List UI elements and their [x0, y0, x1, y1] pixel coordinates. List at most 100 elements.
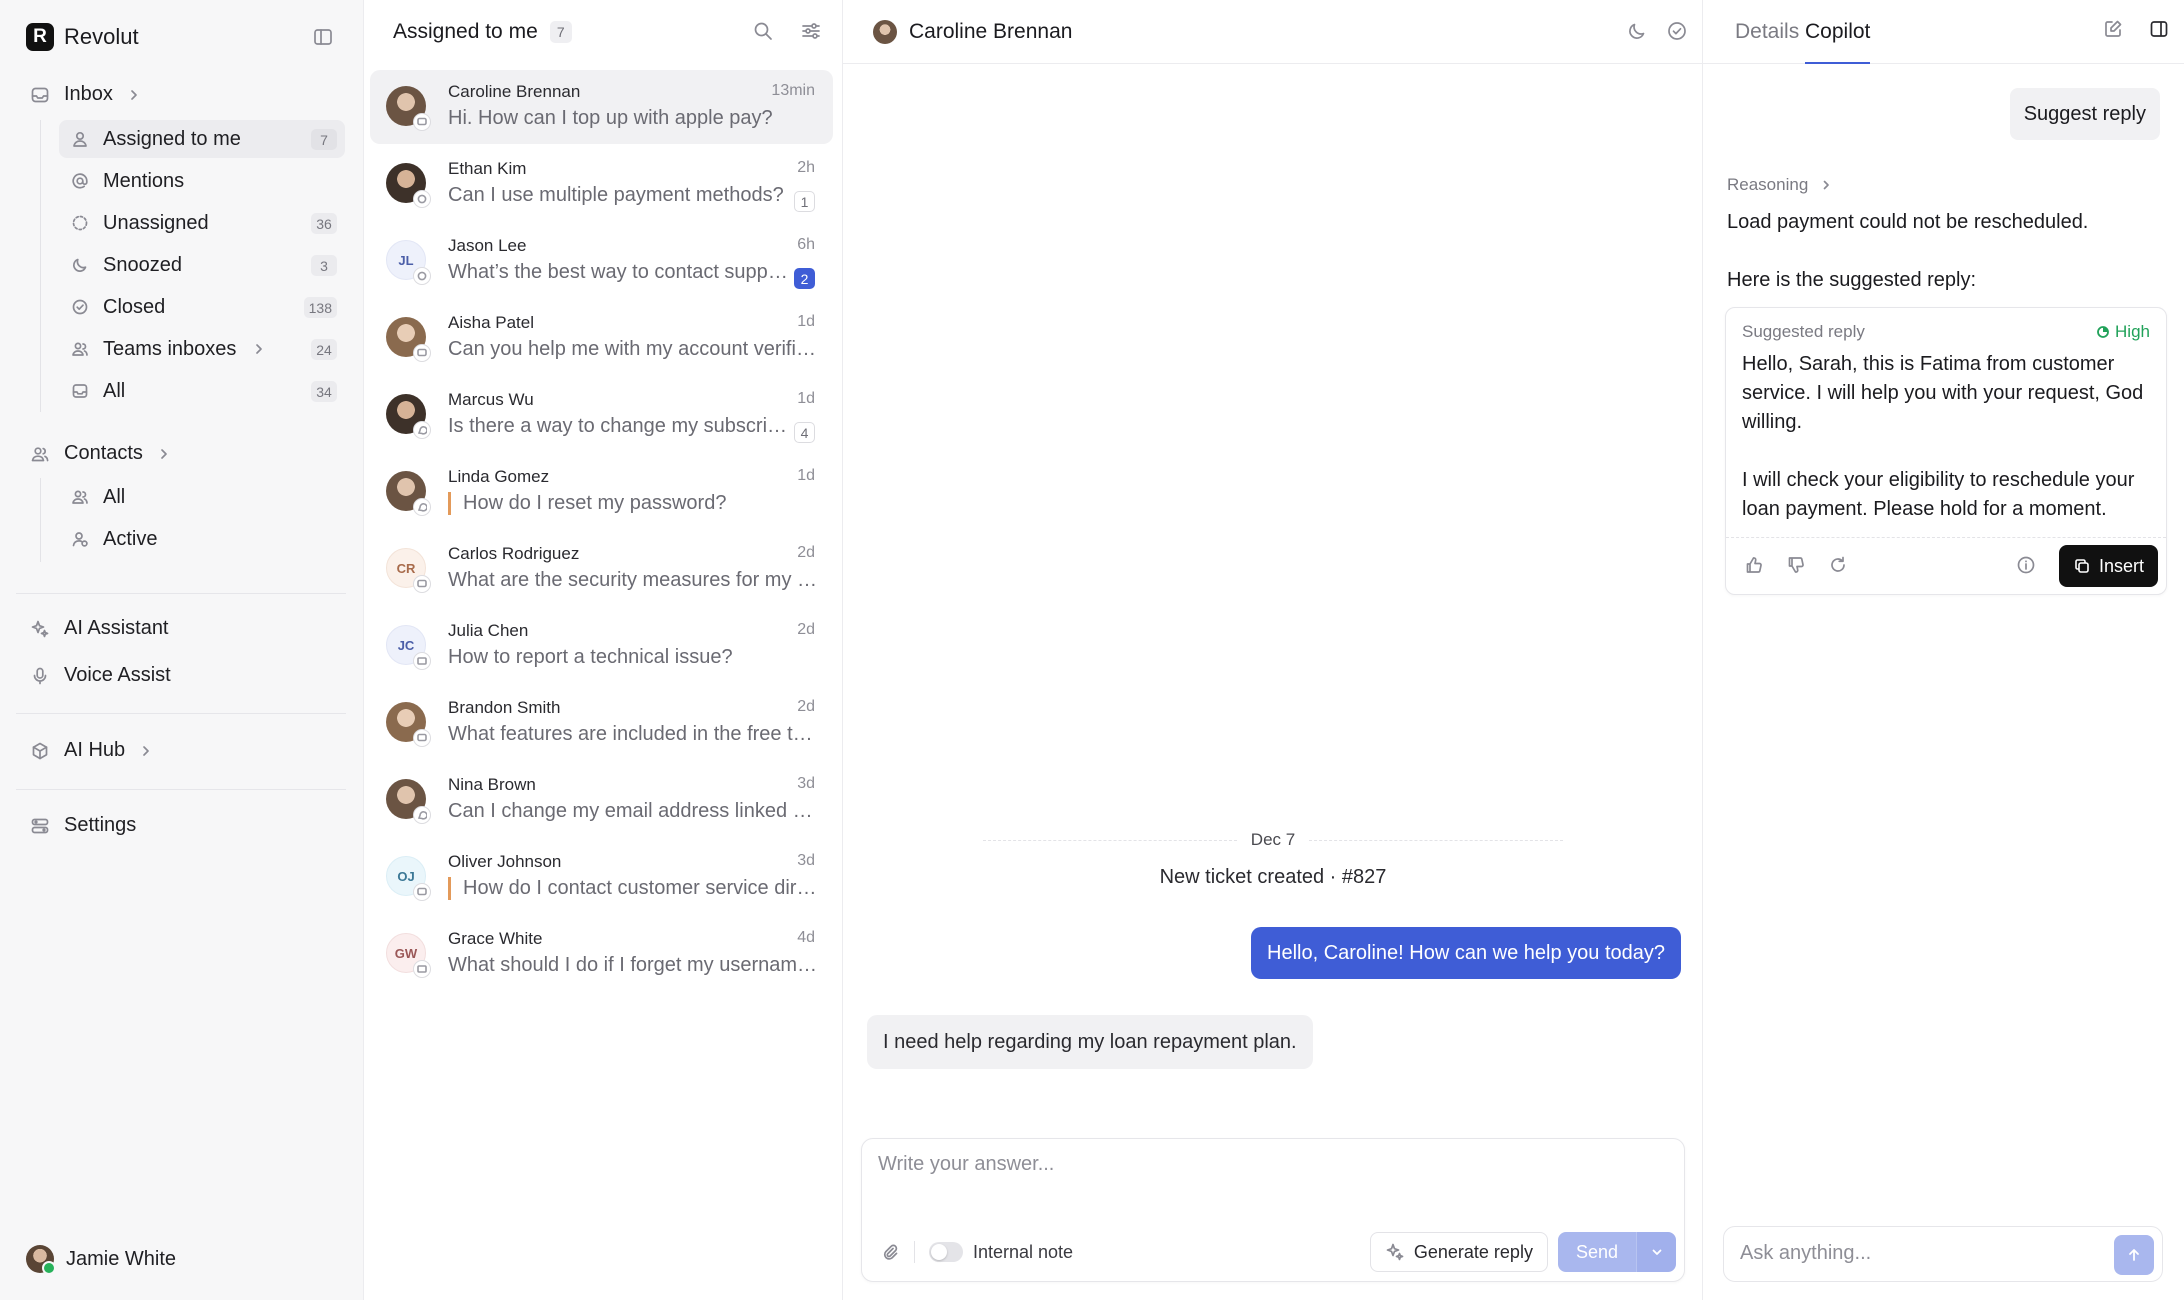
nav-voice-assist[interactable]: Voice Assist [30, 664, 171, 687]
email-channel-icon [413, 652, 431, 670]
thumbs-down-icon[interactable] [1786, 555, 1806, 575]
conversation-preview: What features are included in the free t… [448, 723, 818, 745]
suggested-reply-card: Suggested reply High Hello, Sarah, this … [1725, 307, 2167, 595]
conversation-time: 1d [797, 390, 815, 407]
check-circle-icon [71, 298, 89, 316]
sidebar-item-label: Unassigned [103, 211, 209, 234]
conversation-name: Brandon Smith [448, 698, 561, 717]
brand[interactable]: R Revolut [26, 23, 139, 51]
info-icon[interactable] [2016, 555, 2036, 575]
whatsapp-channel-icon [413, 190, 431, 208]
tab-copilot[interactable]: Copilot [1805, 20, 1871, 64]
sidebar-item-teams-inboxes[interactable]: Teams inboxes 24 [59, 330, 345, 368]
date-label: Dec 7 [1250, 830, 1296, 849]
send-options-chevron-icon[interactable] [1636, 1232, 1676, 1272]
sidebar-item-closed[interactable]: Closed 138 [59, 288, 345, 326]
reasoning-toggle[interactable]: Reasoning [1727, 175, 1832, 195]
sidebar-item-contacts-active[interactable]: Active [59, 520, 345, 558]
conversation-item[interactable]: JL Jason Lee 6h What’s the best way to c… [370, 224, 833, 298]
copilot-ask-input[interactable] [1740, 1242, 2100, 1265]
conversation-name: Nina Brown [448, 775, 536, 794]
sidebar-item-contacts-all[interactable]: All [59, 478, 345, 516]
reply-input[interactable] [878, 1153, 1668, 1176]
avatar [873, 19, 897, 44]
conversation-time: 4d [797, 929, 815, 946]
chat-channel-icon [413, 883, 431, 901]
sidebar-item-label: All [103, 379, 126, 402]
sidebar-item-all-inbox[interactable]: All 34 [59, 372, 345, 410]
suggest-reply-chip[interactable]: Suggest reply [2009, 88, 2160, 140]
internal-note-toggle[interactable] [929, 1242, 963, 1262]
paperclip-icon[interactable] [880, 1242, 900, 1262]
conversation-item[interactable]: Caroline Brennan 13min Hi. How can I top… [370, 70, 833, 144]
chevron-right-icon [252, 342, 266, 356]
conversation-name: Julia Chen [448, 621, 529, 640]
conversation-name: Oliver Johnson [448, 852, 562, 871]
confidence-ring-icon [2096, 325, 2110, 339]
ask-send-arrow-icon[interactable] [2114, 1235, 2154, 1275]
unread-badge: 2 [794, 268, 815, 289]
sidebar-item-label: Mentions [103, 169, 185, 192]
sidebar-item-assigned-to-me[interactable]: Assigned to me 7 [59, 120, 345, 158]
conversation-item[interactable]: Ethan Kim 2h Can I use multiple payment … [370, 147, 833, 221]
sidebar-item-label: Assigned to me [103, 127, 241, 150]
sidebar-item-mentions[interactable]: Mentions [59, 162, 345, 200]
insert-label: Insert [2098, 555, 2144, 576]
composer-toolbar: Internal note Generate reply Send [880, 1231, 1676, 1273]
snooze-moon-icon[interactable] [1626, 20, 1648, 42]
thumbs-up-icon[interactable] [1744, 555, 1764, 575]
conversation-item[interactable]: Aisha Patel 1d Can you help me with my a… [370, 301, 833, 375]
conversation-item[interactable]: CR Carlos Rodriguez 2d What are the secu… [370, 532, 833, 606]
conversation-name: Linda Gomez [448, 467, 550, 486]
tab-details[interactable]: Details [1735, 20, 1799, 44]
suggestion-intro: Here is the suggested reply: [1727, 269, 1977, 291]
nav-contacts[interactable]: Contacts [30, 442, 171, 465]
insert-button[interactable]: Insert [2058, 545, 2158, 587]
conversation-item[interactable]: Brandon Smith 2d What features are inclu… [370, 686, 833, 760]
sidebar-item-unassigned[interactable]: Unassigned 36 [59, 204, 345, 242]
conversation-item[interactable]: Nina Brown 3d Can I change my email addr… [370, 763, 833, 837]
sidebar-item-count: 7 [311, 129, 337, 150]
send-button[interactable]: Send [1557, 1232, 1636, 1272]
conversation-item[interactable]: OJ Oliver Johnson 3d How do I contact cu… [370, 840, 833, 914]
filter-icon[interactable] [800, 20, 822, 42]
nav-settings[interactable]: Settings [30, 814, 136, 837]
sidebar-divider [16, 789, 346, 790]
search-icon[interactable] [752, 20, 774, 42]
sidebar-divider [16, 593, 346, 594]
generate-reply-label: Generate reply [1413, 1241, 1533, 1262]
settings-sliders-icon [30, 816, 50, 836]
regenerate-icon[interactable] [1828, 555, 1848, 575]
nav-inbox[interactable]: Inbox [30, 83, 141, 106]
conversation-preview: What’s the best way to contact support? [448, 261, 788, 283]
microphone-icon [30, 666, 50, 686]
sidebar-item-snoozed[interactable]: Snoozed 3 [59, 246, 345, 284]
panel-toggle-icon[interactable] [2148, 18, 2170, 40]
current-user[interactable]: Jamie White [26, 1245, 176, 1275]
nav-ai-assistant[interactable]: AI Assistant [30, 617, 169, 640]
conversation-item[interactable]: GW Grace White 4d What should I do if I … [370, 917, 833, 991]
conversation-item[interactable]: Linda Gomez 1d How do I reset my passwor… [370, 455, 833, 529]
nav-ai-hub-label: AI Hub [64, 739, 126, 761]
sparkle-icon [30, 619, 50, 639]
messenger-channel-icon [413, 498, 431, 516]
reply-paragraph: Hello, Sarah, this is Fatima from custom… [1742, 353, 2144, 433]
conversation-item[interactable]: Marcus Wu 1d Is there a way to change my… [370, 378, 833, 452]
chat-contact-name[interactable]: Caroline Brennan [909, 20, 1072, 44]
suggested-reply-text: Hello, Sarah, this is Fatima from custom… [1742, 350, 2156, 524]
conversation-item[interactable]: JC Julia Chen 2d How to report a technic… [370, 609, 833, 683]
close-ticket-check-icon[interactable] [1666, 20, 1688, 42]
users-icon [71, 488, 89, 506]
sidebar-item-count: 34 [311, 381, 337, 402]
conversation-preview: How do I reset my password? [448, 492, 818, 515]
feedback-actions [1744, 555, 1848, 575]
conversation-preview: Hi. How can I top up with apple pay? [448, 107, 773, 129]
sidebar-toggle-icon[interactable] [312, 26, 334, 48]
users-icon [30, 444, 50, 464]
generate-reply-button[interactable]: Generate reply [1369, 1232, 1548, 1272]
nav-ai-hub[interactable]: AI Hub [30, 739, 153, 762]
conversation-time: 1d [797, 313, 815, 330]
new-note-icon[interactable] [2102, 18, 2124, 40]
conversation-preview: How do I contact customer service direct… [448, 877, 818, 900]
sidebar-item-label: Active [103, 527, 158, 550]
